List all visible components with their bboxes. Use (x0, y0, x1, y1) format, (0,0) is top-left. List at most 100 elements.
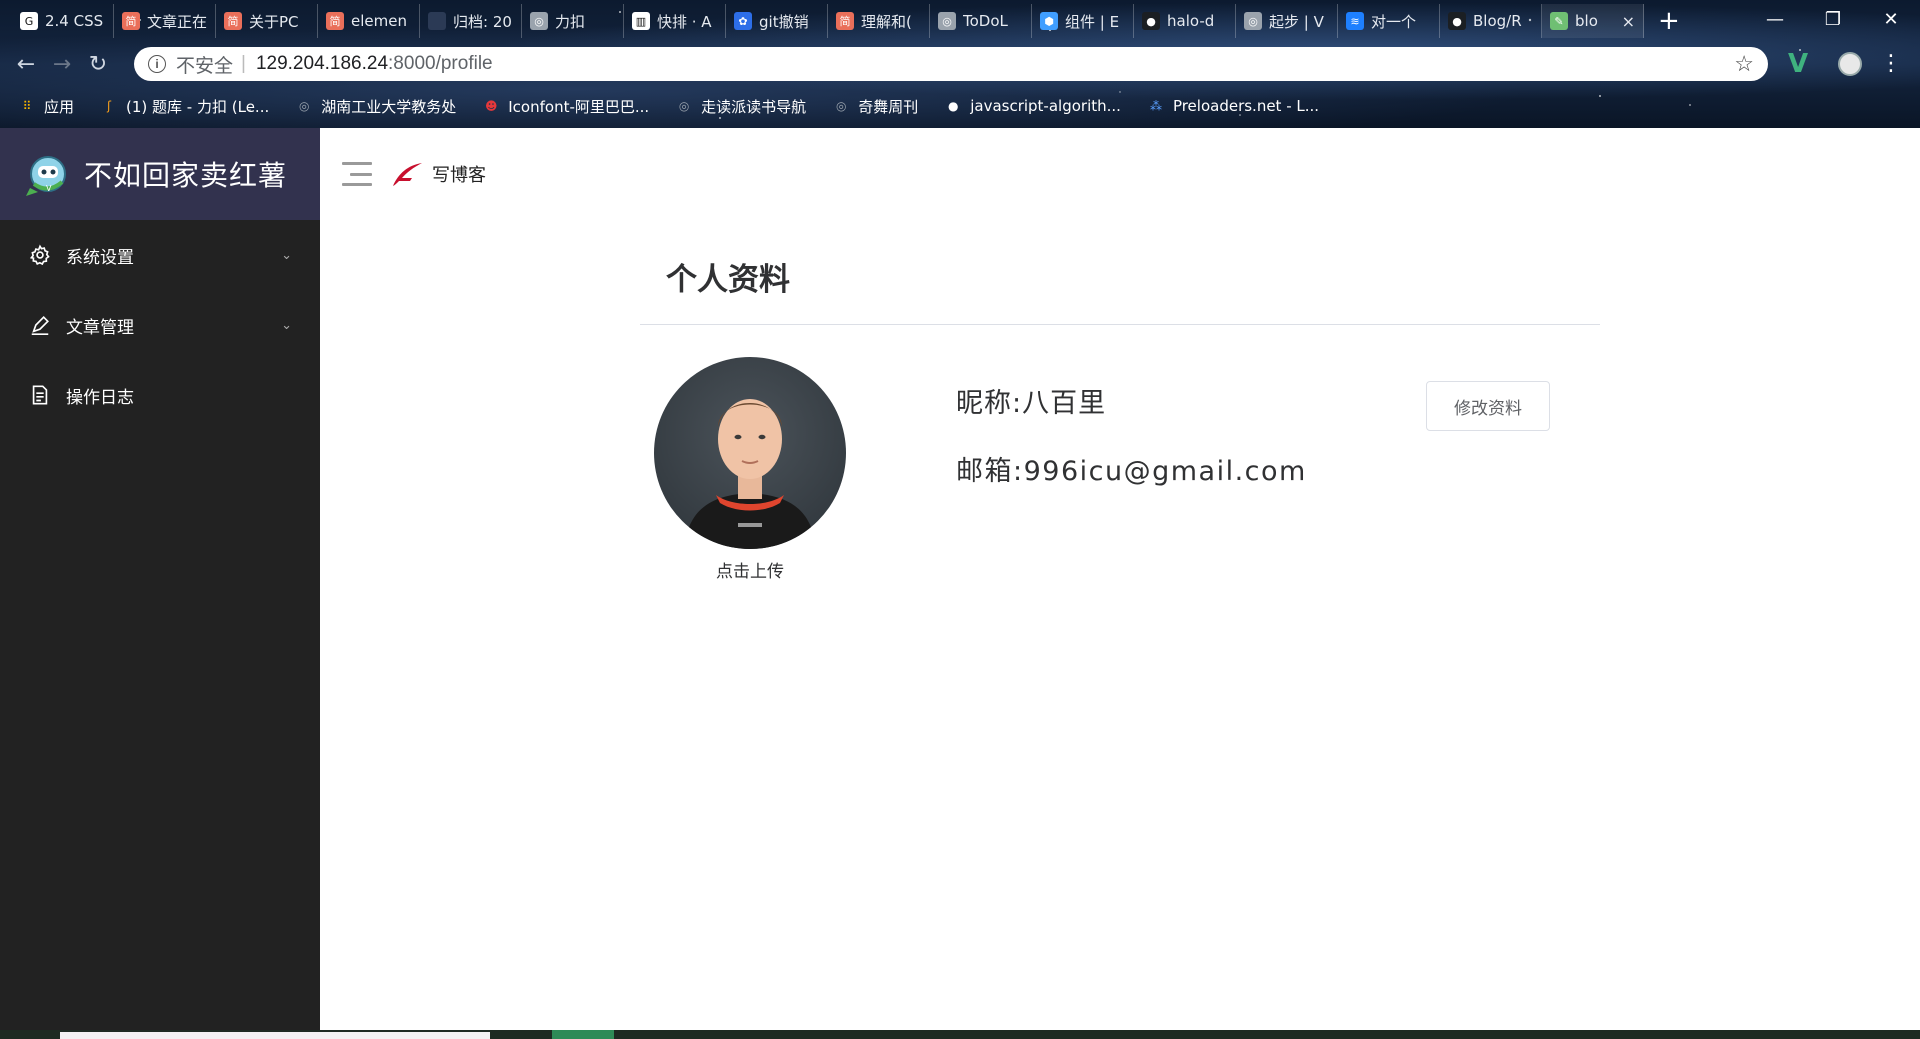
back-icon[interactable]: ← (8, 46, 44, 82)
write-blog-link[interactable]: 写博客 (390, 160, 486, 188)
browser-menu-icon[interactable]: ⋮ (1880, 48, 1902, 80)
bookmark-label: 走读派读书导航 (701, 97, 807, 116)
bookmark-label: 湖南工业大学教务处 (321, 97, 457, 116)
browser-tab[interactable]: G 2.4 CSS (12, 4, 114, 38)
bookmark-item[interactable]: ◎ 湖南工业大学教务处 (295, 96, 456, 117)
bookmark-star-icon[interactable]: ☆ (1734, 51, 1754, 77)
bookmark-item[interactable]: ◎ 走读派读书导航 (675, 96, 806, 117)
tab-title: 2.4 CSS (45, 12, 104, 30)
gc-icon: G (20, 12, 38, 30)
close-window-icon[interactable]: ✕ (1862, 0, 1920, 38)
browser-tab[interactable]: ◎ 力扣 (522, 4, 624, 38)
preloader-icon: ⁂ (1149, 99, 1162, 113)
bookmark-item[interactable]: ⁂ Preloaders.net - L... (1147, 97, 1319, 115)
site-info-icon[interactable]: i (148, 55, 166, 73)
window-controls: — ❐ ✕ (1746, 0, 1920, 38)
nickname-text: 昵称:八百里 (956, 388, 1107, 419)
brand-name: 不如回家卖红薯 (84, 159, 288, 192)
globe-icon: ◎ (938, 12, 956, 30)
tab-title: 归档: 20 (453, 12, 512, 31)
forward-icon[interactable]: → (44, 46, 80, 82)
globe-icon: ◎ (678, 99, 690, 113)
browser-tab[interactable]: ◎ 起步 | V (1236, 4, 1338, 38)
bookmark-label: Preloaders.net - L... (1172, 97, 1320, 115)
new-tab-icon[interactable]: + (1658, 8, 1680, 34)
address-path: :8000/profile (388, 53, 493, 74)
bookmark-item[interactable]: ☻ Iconfont-阿里巴巴... (482, 96, 649, 117)
avatar-photo (684, 399, 816, 549)
document-icon (28, 383, 52, 407)
github-icon: ● (1142, 12, 1160, 30)
tab-strip: G 2.4 CSS 简文章正在简关于PC 简 elemen 归档: 20 ◎ 力扣 ▥ 快排 · … (0, 0, 1920, 42)
tab-title: 文章正在 (147, 12, 207, 31)
address-bar[interactable]: i 不安全 | 129.204.186.24 :8000/profile ☆ (134, 47, 1768, 81)
globe-icon: ◎ (1244, 12, 1262, 30)
github-icon: ● (1448, 12, 1466, 30)
bookmark-item[interactable]: ⠿ 应用 (18, 96, 74, 117)
taskbar-window[interactable] (552, 1030, 614, 1039)
tab-title: elemen (351, 12, 407, 30)
sidebar-item-label: 文章管理 (66, 317, 134, 338)
apps-grid-icon: ⠿ (22, 99, 32, 113)
browser-tab[interactable]: ≋ 对一个 (1338, 4, 1440, 38)
browser-tab[interactable]: ◎ ToDoL (930, 4, 1032, 38)
collapse-menu-icon[interactable] (342, 162, 372, 186)
chevron-down-icon: ⌄ (281, 247, 292, 263)
svg-text:V: V (46, 184, 52, 193)
quill-icon (393, 163, 422, 186)
browser-tab[interactable]: ● Blog/R (1440, 4, 1542, 38)
browser-tab[interactable]: ▥ 快排 · A (624, 4, 726, 38)
profile-avatar-icon[interactable] (1838, 52, 1862, 76)
bookmark-item[interactable]: ● javascript-algorith... (944, 97, 1121, 115)
main-content: 写博客 个人资料 点击上传 昵称:八百里 邮箱:996icu@gmail.com… (320, 128, 1920, 1030)
vue-devtools-icon[interactable]: V (1784, 49, 1812, 79)
avatar[interactable] (654, 357, 846, 549)
page-title: 个人资料 (666, 262, 790, 298)
browser-tab[interactable]: 简关于PC (216, 4, 318, 38)
leetcode-icon: ʃ (107, 99, 112, 113)
jianshu-icon: 简 (326, 12, 344, 30)
profile-panel: 个人资料 点击上传 昵称:八百里 邮箱:996icu@gmail.com 修改资… (640, 220, 1600, 585)
tab-title: ToDoL (963, 12, 1008, 30)
upload-label[interactable]: 点击上传 (654, 557, 846, 582)
tab-title: blo (1575, 12, 1598, 30)
brand-header[interactable]: V 不如回家卖红薯 (0, 128, 320, 220)
bookmark-item[interactable]: ◎ 奇舞周刊 (832, 96, 918, 117)
restore-icon[interactable]: ❐ (1804, 0, 1862, 38)
minimize-icon[interactable]: — (1746, 0, 1804, 38)
reload-icon[interactable]: ↻ (80, 46, 116, 82)
close-tab-icon[interactable]: × (1622, 12, 1635, 31)
globe-icon: ◎ (835, 99, 847, 113)
edit-profile-button[interactable]: 修改资料 (1426, 381, 1550, 431)
juejin-icon: ≋ (1346, 12, 1364, 30)
browser-tab[interactable]: 简 elemen (318, 4, 420, 38)
bookmark-item[interactable]: ʃ (1) 题库 - 力扣 (Le... (100, 96, 269, 117)
address-separator: | (241, 53, 246, 74)
profile-body: 点击上传 昵称:八百里 邮箱:996icu@gmail.com 修改资料 (640, 325, 1600, 585)
tab-title: 力扣 (555, 12, 586, 31)
tab-title: Blog/R (1473, 12, 1522, 30)
sidebar-item-operation-log[interactable]: 操作日志 (0, 360, 320, 430)
email-text: 邮箱:996icu@gmail.com (956, 456, 1307, 487)
tab-title: 起步 | V (1269, 12, 1324, 31)
sidebar-item-article-management[interactable]: 文章管理 ⌄ (0, 290, 320, 360)
hex-icon: ⬢ (1040, 12, 1058, 30)
browser-tab[interactable]: 归档: 20 (420, 4, 522, 38)
jianshu-icon: 简 (224, 12, 242, 30)
browser-tab[interactable]: ⬢ 组件 | E (1032, 4, 1134, 38)
taskbar-window[interactable] (60, 1032, 490, 1039)
browser-tab[interactable]: ✿ git撤销 (726, 4, 828, 38)
tab-title: 组件 | E (1065, 12, 1120, 31)
bookmark-label: javascript-algorith... (970, 97, 1121, 115)
book-icon: ▥ (632, 12, 650, 30)
edit-icon (28, 313, 52, 337)
browser-tab[interactable]: 简文章正在 (114, 4, 216, 38)
browser-tab[interactable]: ✎ blo × (1542, 4, 1644, 38)
avatar-upload[interactable]: 点击上传 (654, 357, 846, 582)
top-bar: 写博客 (320, 128, 1920, 220)
browser-tab[interactable]: 简理解和( (828, 4, 930, 38)
sidebar-item-system-settings[interactable]: 系统设置 ⌄ (0, 220, 320, 290)
bookmark-label: 奇舞周刊 (858, 97, 919, 116)
browser-tab[interactable]: ● halo-d (1134, 4, 1236, 38)
bookmark-label: 应用 (44, 97, 75, 116)
